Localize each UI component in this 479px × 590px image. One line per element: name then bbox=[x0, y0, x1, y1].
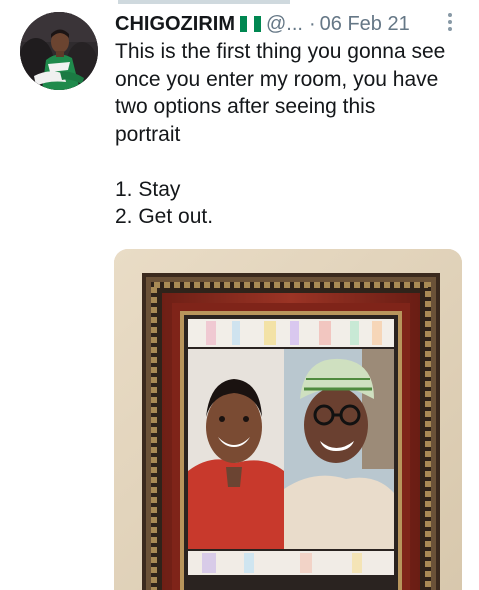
tweet-text-line: This is the first thing you gonna see bbox=[115, 40, 446, 63]
tweet-card[interactable]: CHIGOZIRIM @... · 06 Feb 21 This is the … bbox=[0, 0, 479, 590]
tweet-text-line: once you enter my room, you have bbox=[115, 67, 439, 91]
tweet-media-photo[interactable] bbox=[114, 249, 462, 590]
framed-portrait-image bbox=[114, 249, 462, 590]
tweet-text-line: two options after seeing this bbox=[115, 95, 376, 118]
display-name[interactable]: CHIGOZIRIM bbox=[115, 13, 235, 36]
option-get-out: 2. Get out. bbox=[115, 205, 214, 228]
nigeria-flag-icon bbox=[240, 16, 261, 32]
tweet-text-line: portrait bbox=[115, 122, 181, 146]
more-vertical-icon[interactable] bbox=[443, 10, 457, 36]
option-stay: 1. Stay bbox=[115, 177, 181, 201]
profile-avatar[interactable] bbox=[20, 12, 98, 90]
top-divider bbox=[118, 0, 290, 4]
tweet-header: CHIGOZIRIM @... · 06 Feb 21 bbox=[115, 10, 465, 38]
separator-dot: · bbox=[308, 12, 316, 35]
avatar-image bbox=[20, 12, 98, 90]
tweet-date[interactable]: 06 Feb 21 bbox=[320, 13, 410, 36]
tweet-text: This is the first thing you gonna see on… bbox=[115, 38, 465, 231]
user-handle[interactable]: @... bbox=[266, 13, 303, 36]
